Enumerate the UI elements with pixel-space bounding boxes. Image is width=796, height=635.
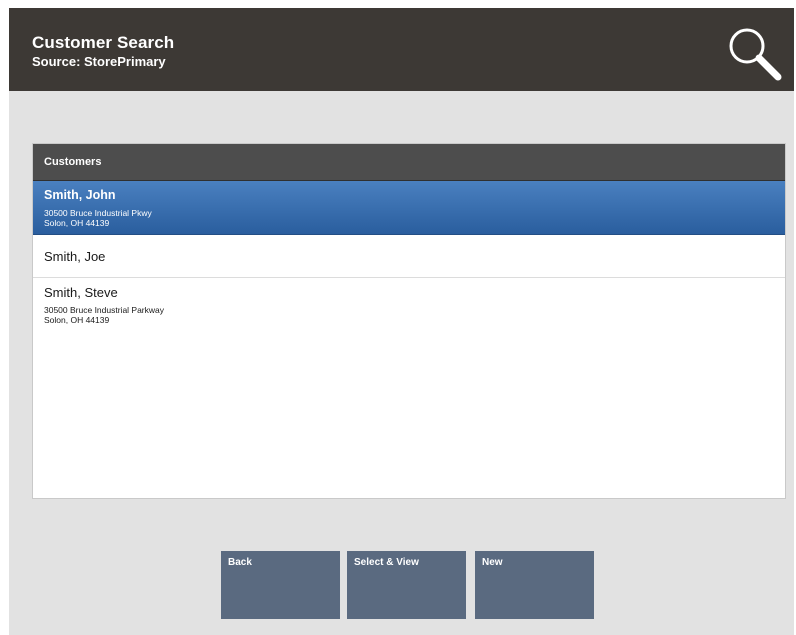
customer-name: Smith, Joe [44,249,106,264]
header-bar: Customer Search Source: StorePrimary [9,8,794,91]
app-frame: Customer Search Source: StorePrimary Cus… [9,8,794,635]
list-item[interactable]: Smith, John 30500 Bruce Industrial Pkwy … [33,181,785,235]
new-button[interactable]: New [475,551,594,619]
list-header: Customers [33,144,785,181]
customer-address-line1: 30500 Bruce Industrial Pkwy [44,208,152,218]
customer-name: Smith, Steve [44,285,118,300]
back-button[interactable]: Back [221,551,340,619]
page-subtitle: Source: StorePrimary [32,54,166,69]
select-view-button[interactable]: Select & View [347,551,466,619]
list-item[interactable]: Smith, Joe [33,235,785,278]
list-item[interactable]: Smith, Steve 30500 Bruce Industrial Park… [33,278,785,338]
customer-name: Smith, John [44,188,116,202]
search-icon[interactable] [723,22,785,84]
customer-address-line1: 30500 Bruce Industrial Parkway [44,305,165,315]
customer-address-line2: Solon, OH 44139 [44,315,110,325]
customer-list: Customers Smith, John 30500 Bruce Indust… [32,143,786,499]
page-title: Customer Search [32,33,175,52]
customer-address-line2: Solon, OH 44139 [44,218,110,228]
